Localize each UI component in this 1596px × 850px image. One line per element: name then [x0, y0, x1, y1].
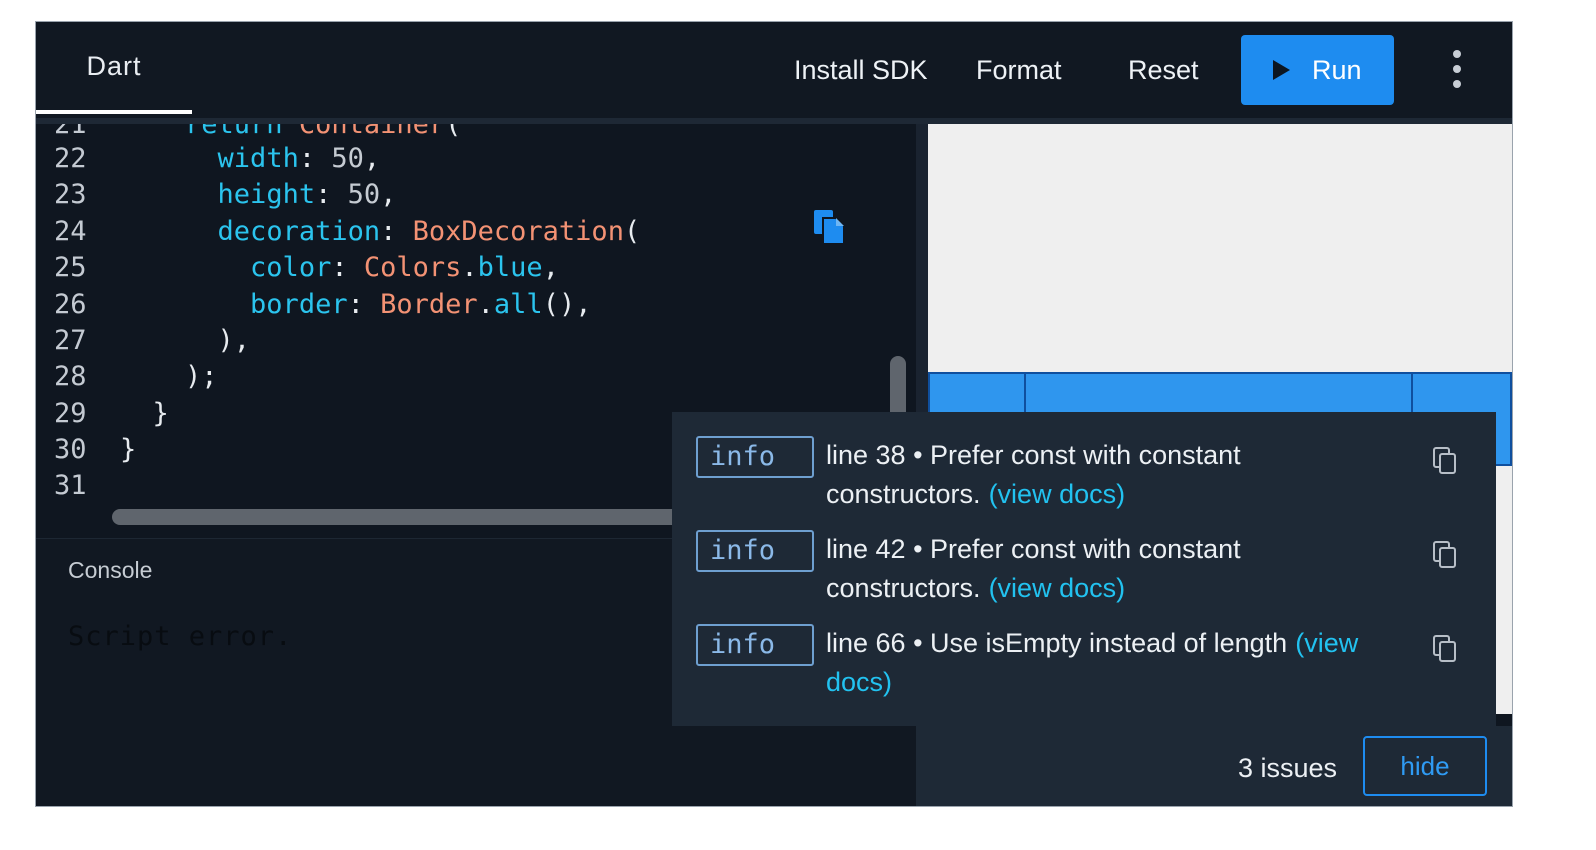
issues-footer: 3 issues hide — [916, 726, 1512, 806]
issue-level-badge: info — [696, 436, 814, 478]
horizontal-scrollbar[interactable] — [112, 509, 712, 525]
issue-level-badge: info — [696, 624, 814, 666]
copy-icon[interactable] — [1432, 634, 1458, 664]
dartpad-window: Dart Install SDK Format Reset Run 21 ret… — [35, 21, 1513, 807]
code-text: return Container( — [120, 124, 461, 140]
run-button-label: Run — [1312, 54, 1362, 85]
view-docs-link[interactable]: (view docs) — [989, 479, 1126, 509]
code-text: color: Colors.blue, — [120, 252, 559, 283]
copy-code-icon[interactable] — [812, 208, 846, 246]
code-token: (), — [542, 289, 592, 320]
play-icon — [1273, 60, 1290, 80]
issue-item: info line 38 • Prefer const with constant… — [672, 412, 1496, 509]
run-button[interactable]: Run — [1241, 35, 1394, 105]
line-number: 21 — [54, 124, 87, 140]
code-token: , — [363, 143, 381, 174]
line-number: 28 — [54, 361, 87, 392]
code-token: 50 — [347, 179, 381, 210]
line-number: 27 — [54, 325, 87, 356]
tab-dart[interactable]: Dart — [36, 22, 192, 114]
hide-issues-button[interactable]: hide — [1363, 736, 1487, 796]
issue-text: line 66 • Use isEmpty instead of length — [826, 628, 1288, 658]
more-options-icon[interactable] — [1442, 50, 1472, 90]
code-token: return — [185, 124, 283, 140]
install-sdk-button[interactable]: Install SDK — [794, 48, 928, 92]
code-token: decoration — [217, 216, 381, 247]
code-text: } — [120, 434, 136, 465]
code-text: decoration: BoxDecoration( — [120, 216, 641, 247]
code-token: } — [152, 398, 169, 429]
console-output: Script error. — [68, 621, 293, 652]
view-docs-link[interactable]: (view docs) — [989, 573, 1126, 603]
issue-message: line 38 • Prefer const with constant con… — [826, 436, 1386, 514]
code-text: height: 50, — [120, 179, 397, 210]
issue-item: info line 42 • Prefer const with constant… — [672, 506, 1496, 603]
code-token: : — [380, 216, 413, 247]
code-token: Border — [380, 289, 478, 320]
code-text: width: 50, — [120, 143, 381, 174]
code-token: BoxDecoration — [412, 216, 624, 247]
code-token: } — [120, 434, 137, 465]
line-number: 26 — [54, 289, 87, 320]
code-token: : — [347, 289, 381, 320]
copy-icon[interactable] — [1432, 540, 1458, 570]
code-token: Container — [298, 124, 446, 140]
line-number: 23 — [54, 179, 87, 210]
code-token: height — [217, 179, 316, 210]
code-token: , — [380, 179, 397, 210]
code-token: border — [250, 289, 348, 320]
copy-icon[interactable] — [1432, 446, 1458, 476]
code-token: width — [217, 143, 299, 174]
issue-message: line 42 • Prefer const with constant con… — [826, 530, 1386, 608]
code-token: color — [250, 252, 332, 283]
code-token: : — [331, 252, 364, 283]
issue-item: info line 66 • Use isEmpty instead of len… — [672, 600, 1496, 697]
code-token: all — [493, 289, 543, 320]
line-number: 25 — [54, 252, 87, 283]
issue-level-badge: info — [696, 530, 814, 572]
code-token: : — [298, 143, 332, 174]
line-number: 31 — [54, 470, 87, 501]
console-title: Console — [68, 557, 153, 583]
issue-message: line 66 • Use isEmpty instead of length(… — [826, 624, 1386, 702]
code-text: ), — [120, 325, 251, 356]
toolbar: Dart Install SDK Format Reset Run — [36, 22, 1512, 124]
code-token: ); — [185, 361, 218, 392]
code-token: . — [461, 252, 478, 283]
line-number: 24 — [54, 216, 87, 247]
code-text: border: Border.all(), — [120, 289, 591, 320]
line-number: 29 — [54, 398, 87, 429]
code-token: ), — [217, 325, 251, 356]
code-text: ); — [120, 361, 218, 392]
line-number: 30 — [54, 434, 87, 465]
code-token: Colors — [363, 252, 462, 283]
line-number: 22 — [54, 143, 87, 174]
code-token: ( — [445, 124, 462, 140]
format-button[interactable]: Format — [976, 48, 1062, 92]
issue-count: 3 issues — [1238, 753, 1338, 783]
code-token: 50 — [331, 143, 364, 174]
issues-panel: info line 38 • Prefer const with constant… — [672, 412, 1496, 726]
reset-button[interactable]: Reset — [1128, 48, 1199, 92]
code-token: . — [477, 289, 494, 320]
code-token: : — [315, 179, 348, 210]
code-text: } — [120, 398, 169, 429]
code-token: blue — [477, 252, 543, 283]
code-token: , — [542, 252, 559, 283]
code-token: ( — [623, 216, 641, 247]
